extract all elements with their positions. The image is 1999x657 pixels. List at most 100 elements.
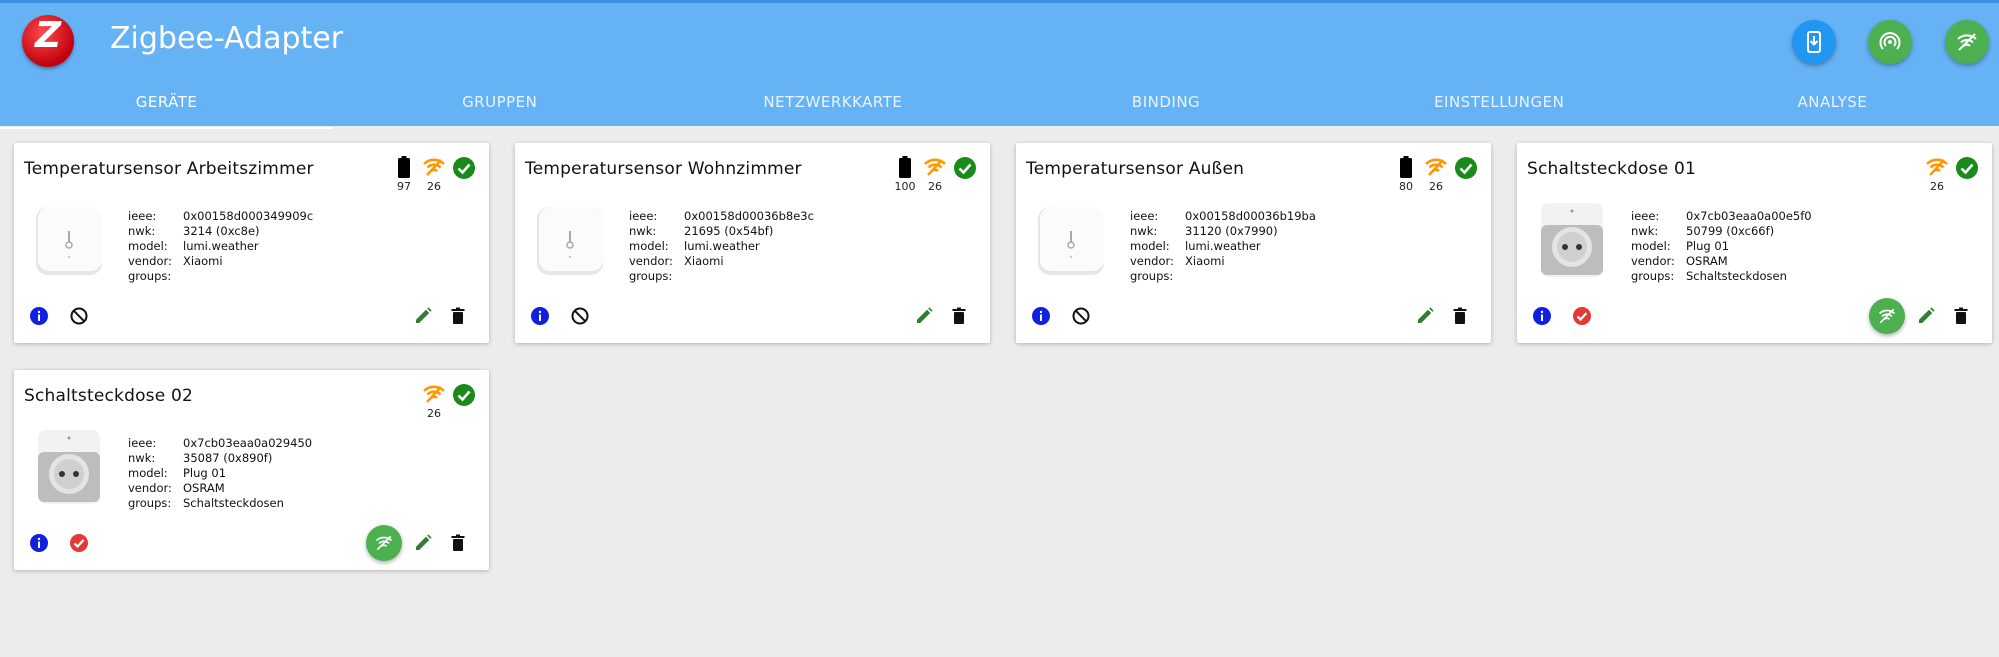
ieee-value: 0x7cb03eaa0a029450 [183,436,313,450]
app-header: Z Zigbee-Adapter GERÄTE GRUPPEN NETZWERK… [0,0,1999,129]
link-quality-icon [422,158,446,176]
signal-action-button[interactable] [366,525,402,561]
link-quality-indicator: 26 [1922,156,1952,193]
vendor-value: Xiaomi [1185,254,1225,268]
link-quality-indicator: 26 [1421,156,1451,193]
model-value: Plug 01 [183,466,227,480]
link-quality-value: 26 [1429,180,1443,193]
battery-value: 97 [397,180,411,193]
info-button[interactable] [28,532,50,554]
edit-button[interactable] [913,305,935,327]
ieee-value: 0x00158d00036b8e3c [684,209,814,223]
delete-button[interactable] [948,305,970,327]
pencil-icon [1916,306,1936,326]
pairing-button[interactable] [1868,20,1912,64]
edit-button[interactable] [412,532,434,554]
device-card: Temperatursensor Außen 80 26 ieee: 0x0015… [1016,143,1491,343]
nwk-value: 31120 (0x7990) [1185,224,1278,238]
battery-value: 80 [1399,180,1413,193]
device-card: Temperatursensor Arbeitszimmer 97 26 iee… [14,143,489,343]
nwk-value: 21695 (0x54bf) [684,224,774,238]
device-card: Temperatursensor Wohnzimmer 100 26 ieee:… [515,143,990,343]
battery-indicator: 97 [389,156,419,193]
groups-value: Schaltsteckdosen [183,496,284,510]
link-quality-icon [923,158,947,176]
signal-wifi-icon [1877,306,1897,326]
nwk-value: 3214 (0xc8e) [183,224,260,238]
device-title: Temperatursensor Wohnzimmer [525,159,802,179]
groups-value: Schaltsteckdosen [1686,269,1787,283]
signal-action-button[interactable] [1869,298,1905,334]
pencil-icon [413,306,433,326]
signal-wifi-icon [1957,33,1977,51]
blocked-icon [570,306,590,326]
vendor-value: Xiaomi [684,254,724,268]
temperature-sensor-image [533,201,607,279]
red-check-icon [69,533,89,553]
check-circle-icon [953,156,977,180]
device-info: ieee: 0x7cb03eaa0a00e5f0 nwk: 50799 (0xc66… [1631,209,1812,283]
trash-icon [448,533,468,553]
pencil-icon [914,306,934,326]
disabled-toggle[interactable] [569,305,591,327]
trash-icon [1951,306,1971,326]
tab-geraete[interactable]: GERÄTE [0,87,334,129]
blocked-icon [69,306,89,326]
vendor-value: Xiaomi [183,254,223,268]
trash-icon [448,306,468,326]
link-quality-indicator: 26 [920,156,950,193]
check-circle-icon [1454,156,1478,180]
tab-gruppen[interactable]: GRUPPEN [333,87,666,129]
disabled-toggle[interactable] [1070,305,1092,327]
delete-button[interactable] [447,305,469,327]
tab-einstellungen[interactable]: EINSTELLUNGEN [1333,87,1666,129]
edit-button[interactable] [1915,305,1937,327]
install-update-button[interactable] [1792,20,1836,64]
device-title: Schaltsteckdose 01 [1527,159,1697,179]
info-icon [29,306,49,326]
device-info: ieee: 0x00158d000349909c nwk: 3214 (0xc8e)… [128,209,314,283]
edit-button[interactable] [412,305,434,327]
model-value: Plug 01 [1686,239,1730,253]
delete-button[interactable] [1449,305,1471,327]
pencil-icon [1415,306,1435,326]
temperature-sensor-image [1034,201,1108,279]
tab-bar: GERÄTE GRUPPEN NETZWERKKARTE BINDING EIN… [0,87,1999,129]
info-icon [530,306,550,326]
trash-icon [949,306,969,326]
device-card: Schaltsteckdose 02 26 ieee: 0x7cb03eaa0a0… [14,370,489,570]
info-button[interactable] [529,305,551,327]
state-toggle[interactable] [68,532,90,554]
delete-button[interactable] [447,532,469,554]
device-title: Temperatursensor Außen [1026,159,1245,179]
check-circle-icon [1955,156,1979,180]
info-button[interactable] [1030,305,1052,327]
trash-icon [1450,306,1470,326]
info-button[interactable] [1531,305,1553,327]
model-value: lumi.weather [684,239,760,253]
edit-button[interactable] [1414,305,1436,327]
tab-netzwerkkarte[interactable]: NETZWERKKARTE [666,87,999,129]
tab-analyse[interactable]: ANALYSE [1666,87,1999,129]
app-title: Zigbee-Adapter [110,21,344,56]
battery-indicator: 80 [1391,156,1421,193]
online-status [449,383,479,407]
wireless-pairing-icon [1879,32,1901,50]
vendor-value: OSRAM [1686,254,1728,268]
info-button[interactable] [28,305,50,327]
link-quality-value: 26 [427,180,441,193]
nwk-value: 50799 (0xc66f) [1686,224,1775,238]
link-quality-indicator: 26 [419,383,449,420]
state-toggle[interactable] [1571,305,1593,327]
tab-binding[interactable]: BINDING [999,87,1332,129]
signal-button[interactable] [1945,20,1989,64]
ieee-value: 0x00158d00036b19ba [1185,209,1316,223]
disabled-toggle[interactable] [68,305,90,327]
link-quality-value: 26 [1930,180,1944,193]
phone-download-icon [1807,31,1821,53]
link-quality-indicator: 26 [419,156,449,193]
check-circle-icon [452,156,476,180]
model-value: lumi.weather [183,239,259,253]
delete-button[interactable] [1950,305,1972,327]
smart-plug-image [1535,201,1609,279]
